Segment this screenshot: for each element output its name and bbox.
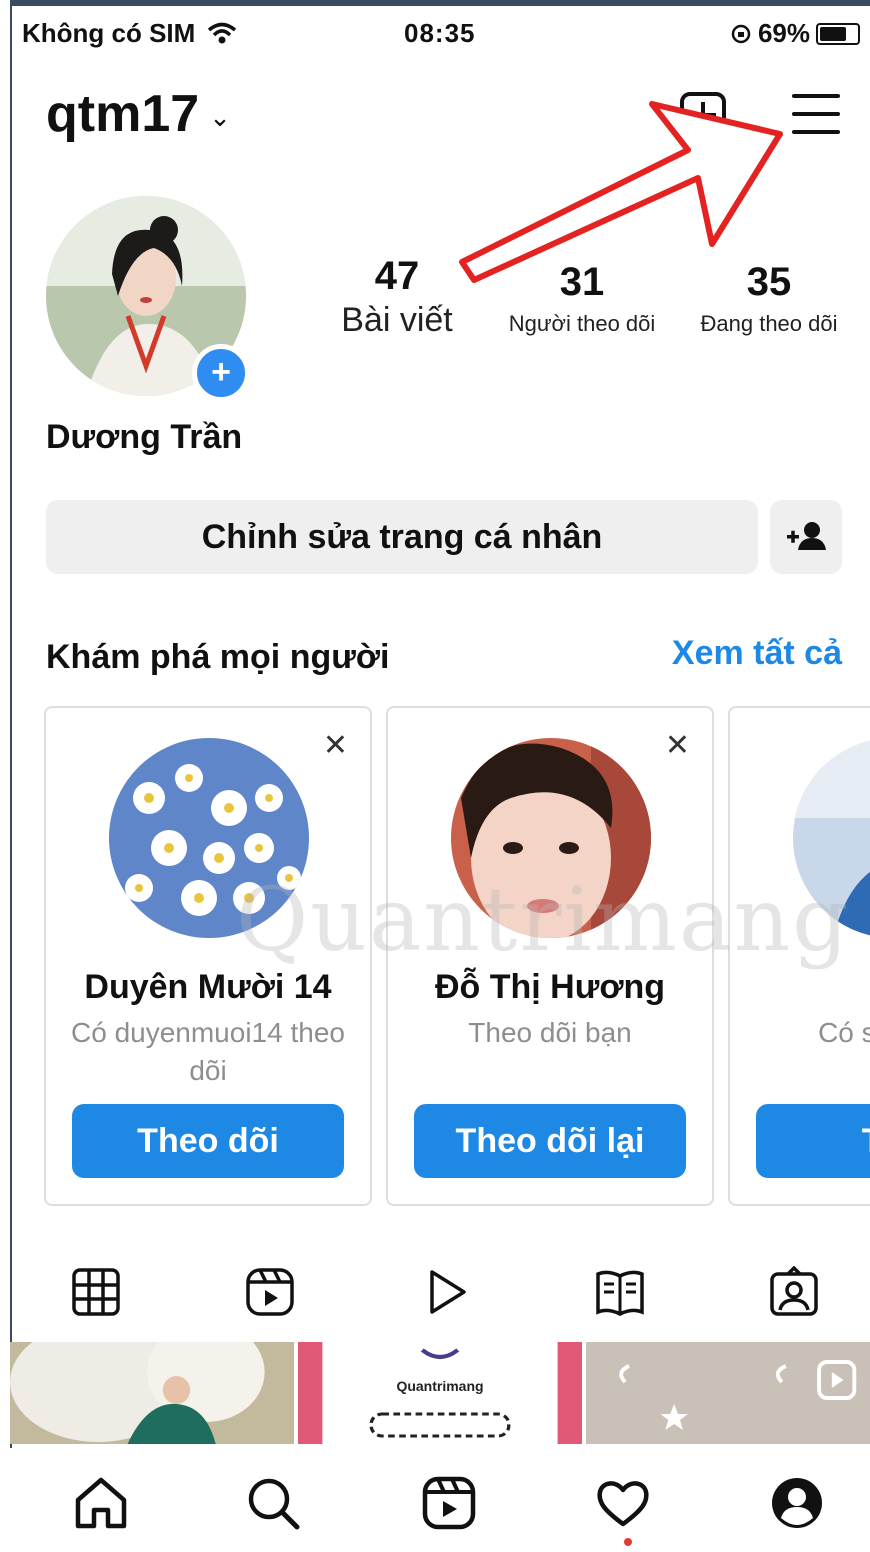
bottom-navigation (10, 1448, 870, 1552)
discover-people-button[interactable] (770, 500, 842, 574)
grid-icon[interactable] (70, 1266, 122, 1318)
search-icon[interactable] (244, 1474, 302, 1532)
edit-profile-button[interactable]: Chỉnh sửa trang cá nhân (46, 500, 758, 574)
carrier-text: Không có SIM (22, 18, 196, 48)
followers-count: 31 (559, 260, 605, 304)
person-add-icon (787, 522, 826, 550)
following-stat[interactable]: 35 Đang theo dõi (684, 260, 854, 337)
username-switcher[interactable]: qtm17 ⌄ (46, 84, 231, 144)
profile-icon[interactable] (768, 1474, 826, 1532)
profile-content-tabs (10, 1258, 870, 1328)
follow-button[interactable]: Theo dõi (72, 1104, 344, 1178)
orientation-lock-icon (731, 24, 751, 43)
tagged-icon[interactable] (768, 1266, 820, 1318)
hamburger-menu-icon[interactable] (792, 94, 840, 134)
battery-percent: 69% (757, 18, 810, 48)
add-story-plus-icon[interactable]: + (192, 344, 250, 402)
follow-button[interactable]: The (756, 1104, 870, 1178)
post-logo-text: Quantrimang (396, 1378, 484, 1394)
suggestion-avatar[interactable] (451, 738, 651, 938)
chevron-down-icon: ⌄ (209, 101, 231, 132)
posts-label: Bài viết (341, 301, 453, 339)
profile-avatar[interactable]: + (46, 196, 250, 402)
follow-back-button[interactable]: Theo dõi lại (414, 1104, 686, 1178)
username: qtm17 (46, 85, 200, 143)
suggestion-reason: Có skyu the (818, 1017, 870, 1048)
close-icon[interactable]: ✕ (323, 728, 348, 763)
battery-icon (816, 22, 860, 45)
reels-icon[interactable] (420, 1474, 478, 1532)
carrier-label: Không có SIM (22, 18, 237, 49)
guide-icon[interactable] (594, 1266, 646, 1318)
post-thumbnail[interactable] (586, 1342, 870, 1444)
followers-label: Người theo dõi (508, 311, 656, 336)
suggestion-card[interactable]: I Có skyu the The (728, 706, 870, 1206)
play-icon[interactable] (420, 1266, 472, 1318)
posts-stat: 47 Bài viết (334, 254, 460, 340)
reels-icon[interactable] (244, 1266, 296, 1318)
posts-count: 47 (374, 254, 420, 298)
frame-border (0, 0, 870, 6)
clock: 08:35 (404, 18, 476, 48)
suggestion-card[interactable]: ✕ Đỗ Thị Hương Theo dõi bạn Theo dõi lại (386, 706, 714, 1206)
discover-people-title: Khám phá mọi người (46, 638, 390, 676)
close-icon[interactable]: ✕ (665, 728, 690, 763)
status-bar: Không có SIM 08:35 69% (22, 18, 860, 54)
post-thumbnail[interactable] (10, 1342, 294, 1444)
status-right: 69% (730, 18, 860, 49)
followers-stat[interactable]: 31 Người theo dõi (496, 260, 668, 337)
see-all-link[interactable]: Xem tất cả (672, 634, 842, 673)
suggestion-carousel[interactable]: ✕ Duyên Mười 14 Có duyenmuoi14 theo dõi … (44, 706, 870, 1206)
suggestion-avatar[interactable] (793, 738, 870, 938)
following-count: 35 (746, 260, 792, 304)
home-icon[interactable] (72, 1474, 130, 1532)
suggestion-reason: Theo dõi bạn (468, 1017, 632, 1048)
suggestion-avatar[interactable] (109, 738, 309, 938)
post-thumbnail[interactable]: Quantrimang (298, 1342, 582, 1444)
new-post-plus-square-icon[interactable] (680, 92, 726, 138)
suggestion-name[interactable]: Đỗ Thị Hương (388, 968, 712, 1007)
notification-dot (624, 1538, 632, 1546)
wifi-icon (207, 22, 236, 44)
suggestion-name[interactable]: Duyên Mười 14 (46, 968, 370, 1007)
full-name: Dương Trần (46, 418, 243, 456)
suggestion-card[interactable]: ✕ Duyên Mười 14 Có duyenmuoi14 theo dõi … (44, 706, 372, 1206)
suggestion-reason: Có duyenmuoi14 theo dõi (71, 1017, 345, 1086)
heart-icon[interactable] (594, 1474, 652, 1532)
suggestion-name[interactable]: I (730, 968, 870, 1007)
following-label: Đang theo dõi (700, 311, 838, 336)
posts-grid: Quantrimang (10, 1342, 870, 1444)
